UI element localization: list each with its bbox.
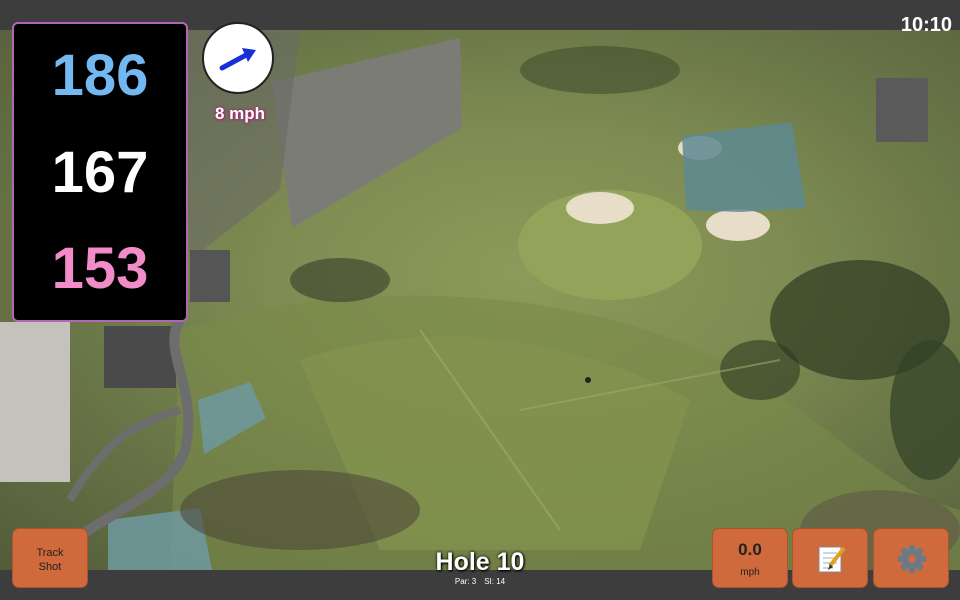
notes-button[interactable]	[792, 528, 868, 588]
wind-speed: 8 mph	[214, 104, 266, 123]
speed-unit: mph	[740, 567, 760, 578]
front-distance: 153	[51, 236, 149, 301]
par-label: Par: 3	[454, 577, 477, 586]
stroke-index-label: SI: 14	[484, 577, 506, 586]
hole-title: Hole 10	[435, 548, 525, 576]
bunker	[706, 209, 770, 241]
middle-distance: 167	[51, 140, 149, 205]
pin-marker	[585, 377, 591, 383]
wind-indicator[interactable]	[202, 22, 274, 94]
parking-lot	[272, 38, 462, 228]
bunker	[566, 192, 634, 224]
building	[104, 326, 176, 388]
back-distance: 186	[51, 43, 149, 108]
distance-panel: 186 167 153	[12, 22, 188, 322]
gear-icon	[898, 545, 926, 573]
wind-arrow-icon	[219, 48, 256, 71]
track-shot-button[interactable]: Track Shot	[12, 528, 88, 588]
clock: 10:10	[900, 14, 952, 36]
building	[876, 78, 928, 142]
speed-button[interactable]: 0.0 mph	[712, 528, 788, 588]
notepad-icon	[818, 546, 846, 573]
water-hazard	[682, 122, 806, 212]
track-shot-label: Track Shot	[36, 547, 64, 573]
building	[190, 250, 230, 302]
settings-button[interactable]	[873, 528, 949, 588]
speed-value: 0.0	[738, 540, 762, 559]
hole-info: Par: 3 SI: 14	[380, 577, 580, 586]
clubhouse	[0, 322, 70, 482]
